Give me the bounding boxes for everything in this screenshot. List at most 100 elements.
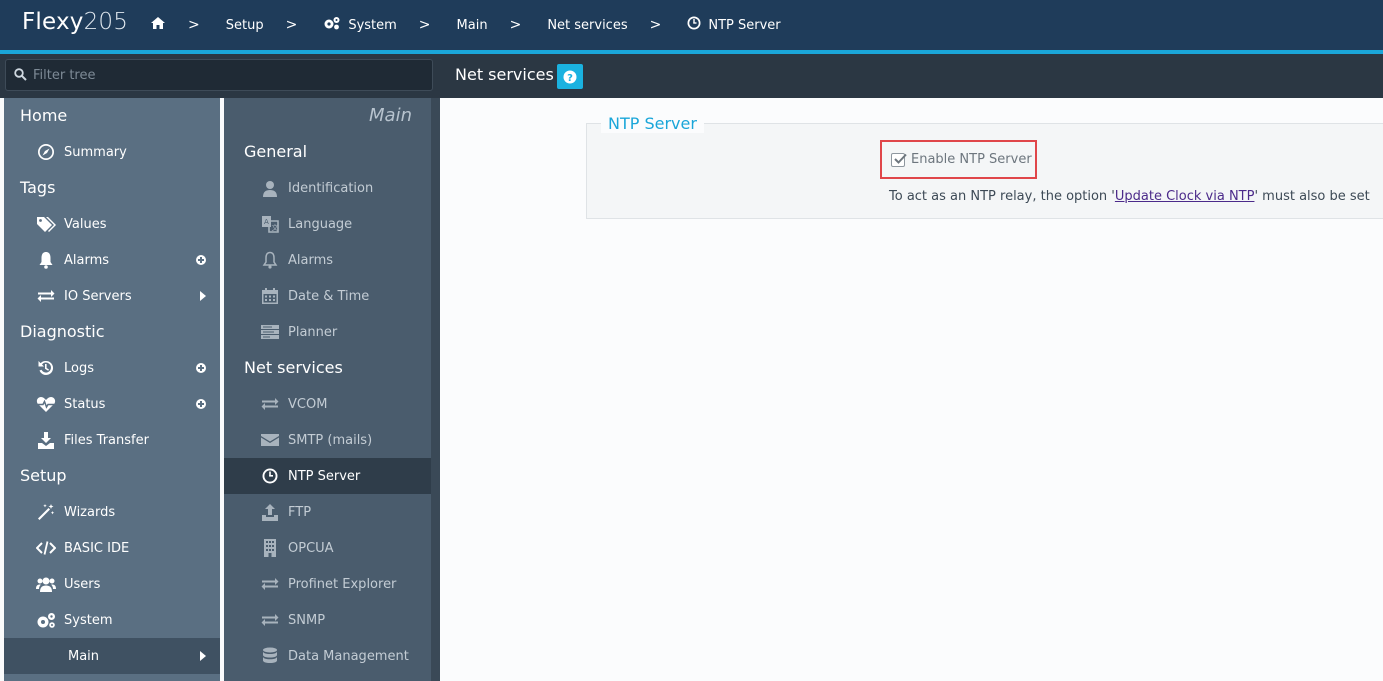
- sub-nav-scrollbar[interactable]: [431, 98, 440, 681]
- nav-item-wizards[interactable]: Wizards: [4, 494, 220, 530]
- breadcrumb-separator: >: [188, 17, 200, 33]
- exchange-icon: [36, 287, 56, 305]
- sub-nav-item-label: Identification: [288, 180, 374, 196]
- help-icon: ?: [563, 70, 577, 83]
- user-icon: [260, 179, 280, 197]
- sub-nav-header: Main: [369, 105, 412, 126]
- main-content: NTP Server Enable NTP Server To act as a…: [440, 98, 1383, 681]
- svg-text:?: ?: [567, 72, 573, 83]
- sub-nav-item-label: Alarms: [288, 252, 334, 268]
- sub-bar: Net services ?: [0, 54, 1383, 98]
- sub-nav-item-snmp[interactable]: SNMP: [224, 602, 440, 638]
- heartbeat-icon: [36, 395, 56, 413]
- nav-item-label: Main: [68, 648, 100, 664]
- upload-icon: [260, 503, 280, 521]
- sub-nav-item-label: Planner: [288, 324, 338, 340]
- nav-item-label: IO Servers: [64, 288, 132, 304]
- sub-nav-item-vcom[interactable]: VCOM: [224, 386, 440, 422]
- filter-tree-field[interactable]: [5, 59, 433, 91]
- nav-section-setup[interactable]: Setup: [4, 458, 220, 494]
- enable-ntp-server-checkbox[interactable]: Enable NTP Server: [880, 140, 1037, 179]
- nav-item-label: Files Transfer: [64, 432, 149, 448]
- nav-item-main[interactable]: Main: [4, 638, 220, 674]
- help-button[interactable]: ?: [557, 64, 583, 89]
- sub-nav-item-smtp[interactable]: SMTP (mails): [224, 422, 440, 458]
- logo-brand: Flexy: [22, 9, 84, 35]
- ntp-server-panel: NTP Server Enable NTP Server To act as a…: [586, 114, 1383, 219]
- breadcrumb-net-services[interactable]: Net services: [547, 18, 627, 33]
- breadcrumb-label: Net services: [547, 17, 628, 33]
- nav-item-status[interactable]: Status: [4, 386, 220, 422]
- add-log-button[interactable]: [196, 363, 206, 373]
- breadcrumb-system[interactable]: System: [323, 16, 397, 34]
- sub-nav-item-profinet-explorer[interactable]: Profinet Explorer: [224, 566, 440, 602]
- nav-section-diagnostic[interactable]: Diagnostic: [4, 314, 220, 350]
- breadcrumb-separator: >: [509, 17, 522, 33]
- database-icon: [260, 647, 280, 665]
- nav-item-label: Logs: [64, 360, 94, 376]
- breadcrumb-home[interactable]: [150, 16, 166, 34]
- nav-item-values[interactable]: Values: [4, 206, 220, 242]
- language-icon: A文: [260, 215, 280, 233]
- sub-nav-item-ftp[interactable]: FTP: [224, 494, 440, 530]
- clock-icon: [687, 16, 701, 34]
- nav-item-summary[interactable]: Summary: [4, 134, 220, 170]
- nav-item-alarms[interactable]: Alarms: [4, 242, 220, 278]
- nav-item-label: BASIC IDE: [64, 540, 130, 556]
- nav-item-logs[interactable]: Logs: [4, 350, 220, 386]
- nav-section-tags[interactable]: Tags: [4, 170, 220, 206]
- update-clock-via-ntp-link[interactable]: Update Clock via NTP: [1115, 189, 1255, 204]
- add-status-button[interactable]: [196, 399, 206, 409]
- compass-icon: [36, 143, 56, 161]
- nav-item-label: Values: [64, 216, 107, 232]
- nav-item-label: System: [64, 612, 113, 628]
- breadcrumb-setup[interactable]: Setup: [226, 18, 264, 33]
- sub-nav-item-label: Date & Time: [288, 288, 370, 304]
- breadcrumb-label: Setup: [225, 17, 264, 33]
- app-logo[interactable]: Flexy205: [22, 9, 128, 35]
- building-icon: [260, 539, 280, 557]
- calendar-icon: [260, 287, 280, 305]
- breadcrumb-separator: >: [649, 17, 662, 33]
- code-icon: [36, 539, 56, 557]
- sub-nav-item-alarms[interactable]: Alarms: [224, 242, 440, 278]
- users-icon: [36, 575, 56, 593]
- exchange-icon: [260, 611, 280, 629]
- top-bar: Flexy205 > Setup > System > Main > Net s…: [0, 0, 1383, 50]
- breadcrumb-label: System: [348, 17, 397, 33]
- svg-text:文: 文: [272, 223, 279, 232]
- nav-item-io-servers[interactable]: IO Servers: [4, 278, 220, 314]
- planner-icon: [260, 323, 280, 341]
- clock-icon: [260, 467, 280, 485]
- sub-nav-item-planner[interactable]: Planner: [224, 314, 440, 350]
- enable-ntp-server-label: Enable NTP Server: [911, 152, 1032, 167]
- filter-tree-input[interactable]: [33, 67, 413, 83]
- sub-nav-item-opcua[interactable]: OPCUA: [224, 530, 440, 566]
- tags-icon: [36, 215, 56, 233]
- breadcrumb-label: NTP Server: [708, 17, 781, 33]
- download-icon: [36, 431, 56, 449]
- expand-arrow-icon[interactable]: [200, 651, 206, 661]
- sub-nav-item-label: NTP Server: [288, 468, 361, 484]
- breadcrumb-separator: >: [285, 17, 298, 33]
- sub-nav-item-ntp-server[interactable]: NTP Server: [224, 458, 440, 494]
- sub-nav-item-identification[interactable]: Identification: [224, 170, 440, 206]
- sub-nav-item-date-time[interactable]: Date & Time: [224, 278, 440, 314]
- add-alarm-button[interactable]: [196, 255, 206, 265]
- breadcrumb-ntp-server[interactable]: NTP Server: [687, 16, 781, 34]
- nav-item-system[interactable]: System: [4, 602, 220, 638]
- nav-item-label: Users: [64, 576, 101, 592]
- envelope-icon: [260, 431, 280, 449]
- sub-nav-item-label: SNMP: [288, 612, 326, 628]
- ntp-server-legend: NTP Server: [601, 114, 704, 133]
- nav-item-files-transfer[interactable]: Files Transfer: [4, 422, 220, 458]
- plus-circle-icon: [196, 399, 206, 409]
- expand-arrow-icon[interactable]: [200, 291, 206, 301]
- sub-nav-item-language[interactable]: A文 Language: [224, 206, 440, 242]
- nav-section-home[interactable]: Home: [4, 98, 220, 134]
- sub-nav-item-data-management[interactable]: Data Management: [224, 638, 440, 674]
- breadcrumb-main[interactable]: Main: [457, 18, 488, 33]
- nav-item-basic-ide[interactable]: BASIC IDE: [4, 530, 220, 566]
- nav-item-users[interactable]: Users: [4, 566, 220, 602]
- breadcrumb-separator: >: [418, 17, 431, 33]
